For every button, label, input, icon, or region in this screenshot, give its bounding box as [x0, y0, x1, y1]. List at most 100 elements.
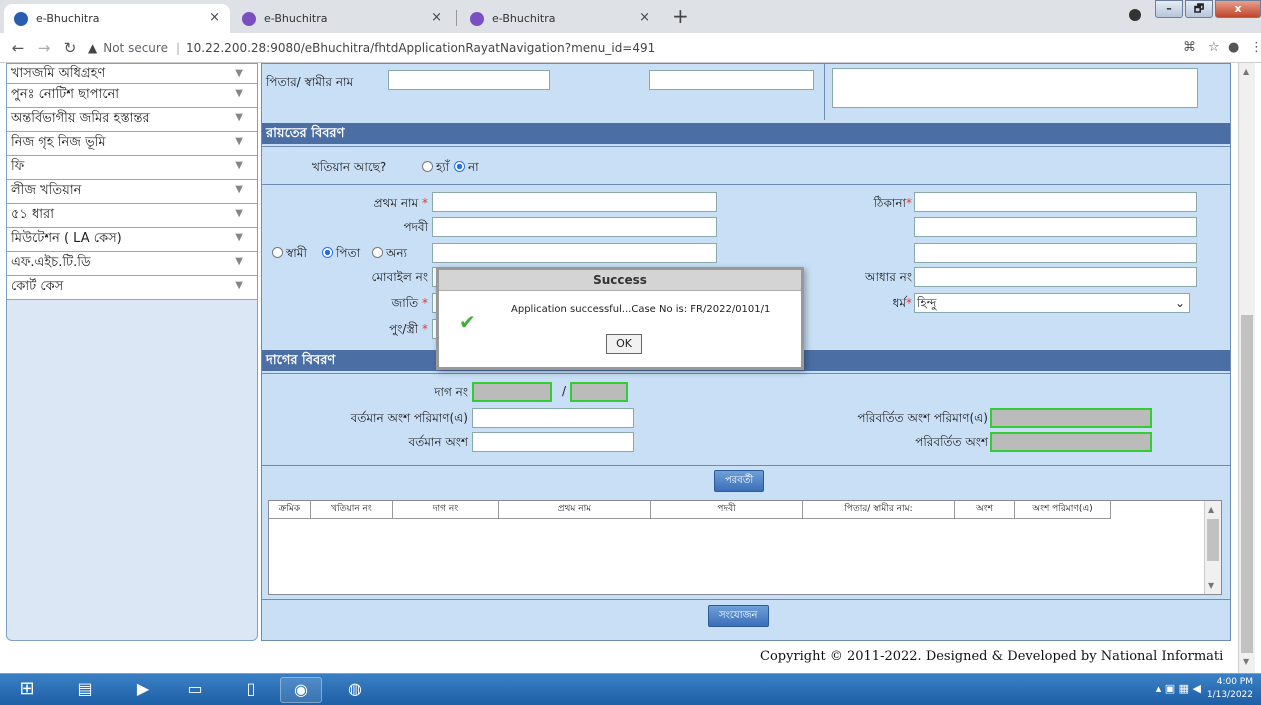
system-clock[interactable]: 4:00 PM 1/13/2022 [1207, 676, 1253, 702]
page-scrollbar[interactable]: ▲ ▼ [1238, 63, 1255, 673]
url-field[interactable]: ▲ Not secure | 10.22.200.28:9080/eBhuchi… [88, 37, 1178, 59]
sidebar-item-label: অন্তর্বিভাগীয় জমির হস্তান্তর [11, 111, 150, 126]
father-name-label: পিতার/ স্বামীর নাম [266, 75, 354, 89]
aadhar-input[interactable] [914, 267, 1197, 287]
sidebar-item-court[interactable]: কোর্ট কেস ▼ [7, 276, 257, 300]
dag-sub-no-input[interactable] [570, 382, 628, 402]
forward-arrow-icon[interactable]: → [36, 39, 52, 57]
next-button[interactable]: পরবর্তী [714, 470, 765, 492]
sidebar-item-notice[interactable]: পুনঃ নোটিশ ছাপানো ▼ [7, 84, 257, 108]
dag-no-label: দাগ নং [434, 385, 468, 399]
table-scrollbar[interactable]: ▲ ▼ [1204, 501, 1221, 594]
table-scroll-thumb[interactable] [1207, 519, 1219, 561]
sidebar-item-khas[interactable]: খাসজমি অধিগ্রহণ ▼ [7, 64, 257, 84]
server-manager-icon[interactable]: ▤ [64, 677, 106, 703]
column-divider [824, 64, 825, 120]
chevron-down-icon: ▼ [235, 136, 243, 147]
system-tray-icons[interactable]: ▴ ▣ ▦ ◀ [1156, 682, 1201, 695]
religion-value: হিন্দু [917, 296, 937, 310]
address-line1-input[interactable] [914, 192, 1197, 212]
changed-area-input[interactable] [990, 408, 1152, 428]
scroll-down-icon[interactable]: ▼ [1243, 657, 1249, 666]
scroll-down-icon[interactable]: ▼ [1208, 581, 1214, 590]
khatian-no-radio[interactable] [454, 161, 465, 172]
profile-indicator-icon[interactable] [1129, 9, 1141, 21]
khatian-yes-radio[interactable] [422, 161, 433, 172]
religion-text: ধর্ম [892, 296, 906, 310]
sidebar-item-label: নিজ গৃহ নিজ ভূমি [11, 135, 106, 150]
sidebar-item-mutation[interactable]: মিউটেশন ( LA কেস) ▼ [7, 228, 257, 252]
address-line3-input[interactable] [914, 243, 1197, 263]
back-arrow-icon[interactable]: ← [10, 39, 26, 57]
sidebar-item-home[interactable]: নিজ গৃহ নিজ ভূমি ▼ [7, 132, 257, 156]
current-share-label: বর্তমান অংশ [408, 435, 468, 449]
scroll-up-icon[interactable]: ▲ [1243, 67, 1249, 76]
start-windows-icon[interactable]: ⊞ [6, 677, 48, 703]
relation-name-input[interactable] [432, 243, 717, 263]
husband-radio[interactable] [272, 247, 283, 258]
profile-avatar-icon[interactable]: ● [1228, 40, 1239, 55]
first-name-input[interactable] [432, 192, 717, 212]
required-mark: * [422, 296, 428, 310]
father-label: পিতা [336, 246, 361, 260]
religion-select[interactable]: হিন্দু ⌄ [914, 293, 1190, 313]
browser-tab-strip: e-Bhuchitra × e-Bhuchitra × e-Bhuchitra … [0, 0, 1261, 33]
caste-label: জাতি * [346, 295, 428, 315]
sidebar-item-fhtd[interactable]: এফ.এইচ.টি.ডি ▼ [7, 252, 257, 276]
browser-menu-icon[interactable]: ⋮ [1250, 40, 1261, 55]
address-line2-input[interactable] [914, 217, 1197, 237]
close-tab-icon[interactable]: × [209, 10, 220, 25]
other-label: অন্য [386, 246, 408, 260]
browser-tab-3[interactable]: e-Bhuchitra × [460, 4, 660, 33]
new-tab-button[interactable]: + [672, 4, 689, 28]
maximize-button[interactable]: 🗗 [1185, 0, 1213, 18]
close-tab-icon[interactable]: × [431, 10, 442, 25]
close-window-button[interactable]: x [1215, 0, 1261, 18]
sidebar-item-label: পুনঃ নোটিশ ছাপানো [11, 87, 120, 102]
browser-tab-1[interactable]: e-Bhuchitra × [4, 4, 230, 33]
scroll-up-icon[interactable]: ▲ [1208, 505, 1214, 514]
site-favicon-icon [14, 11, 28, 26]
top-form-panel: পিতার/ স্বামীর নাম [262, 64, 1230, 122]
required-mark: * [906, 296, 912, 310]
minimize-button[interactable]: – [1155, 0, 1183, 18]
sidebar-item-label: লীজ খতিয়ান [11, 183, 82, 198]
bookmark-star-icon[interactable]: ☆ [1208, 40, 1220, 55]
page-scroll-thumb[interactable] [1241, 315, 1253, 653]
changed-share-input[interactable] [990, 432, 1152, 452]
remarks-textarea[interactable] [832, 68, 1198, 108]
chrome-icon[interactable]: ◉ [280, 677, 322, 703]
chevron-down-icon: ▼ [235, 232, 243, 243]
caste-text: জাতি [391, 296, 419, 310]
surname-label: পদবী [403, 220, 428, 234]
add-button-row: সংযোজন [262, 599, 1230, 632]
close-tab-icon[interactable]: × [639, 10, 650, 25]
translate-icon[interactable]: ⌘ [1183, 40, 1196, 55]
father-name-second-input[interactable] [649, 70, 814, 90]
other-radio[interactable] [372, 247, 383, 258]
dag-no-input[interactable] [472, 382, 552, 402]
chevron-down-icon: ▼ [235, 112, 243, 123]
chevron-down-icon: ▼ [235, 256, 243, 267]
surname-input[interactable] [432, 217, 717, 237]
sidebar-item-fee[interactable]: ফি ▼ [7, 156, 257, 180]
site-favicon-icon [470, 11, 484, 26]
sidebar-item-section51[interactable]: ৫১ ধারা ▼ [7, 204, 257, 228]
ok-button[interactable]: OK [606, 334, 642, 354]
gender-label: পুং/স্ত্রী * [346, 321, 428, 341]
sidebar-item-transfer[interactable]: অন্তর্বিভাগীয় জমির হস্তান্তর ▼ [7, 108, 257, 132]
father-name-input[interactable] [388, 70, 550, 90]
chevron-down-icon: ⌄ [1174, 296, 1185, 310]
file-explorer-icon[interactable]: ▭ [174, 677, 216, 703]
powershell-icon[interactable]: ▶ [122, 677, 164, 703]
khatian-question-label: খতিয়ান আছে? [312, 160, 387, 174]
current-share-input[interactable] [472, 432, 634, 452]
notepad-icon[interactable]: ▯ [230, 677, 272, 703]
reload-icon[interactable]: ↻ [62, 39, 78, 57]
sidebar-item-lease[interactable]: লীজ খতিয়ান ▼ [7, 180, 257, 204]
browser-tab-2[interactable]: e-Bhuchitra × [232, 4, 452, 33]
father-radio[interactable] [322, 247, 333, 258]
current-area-input[interactable] [472, 408, 634, 428]
firefox-icon[interactable]: ◍ [334, 677, 376, 703]
add-button[interactable]: সংযোজন [708, 605, 769, 627]
